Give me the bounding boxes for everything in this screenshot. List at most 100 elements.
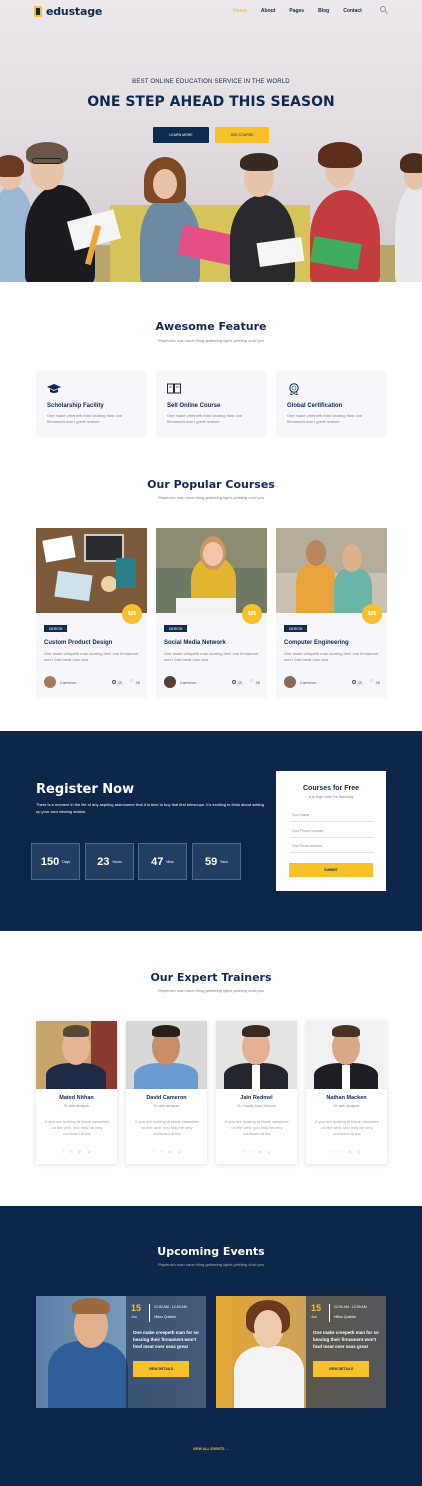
pinterest-icon[interactable]: p (178, 1150, 180, 1154)
countdown-days: 150 Days (31, 843, 80, 880)
course-author: Cameron (180, 679, 197, 685)
trainer-name: Jain Redmel (240, 1095, 273, 1101)
course-text: One make creepeth man bearing their one … (44, 651, 139, 662)
event-day: 15 (131, 1303, 142, 1313)
pinterest-icon[interactable]: p (88, 1150, 90, 1154)
event-card[interactable]: 15 Jun 12:00 AM - 12:00 AM Hilton Quebec… (216, 1296, 386, 1408)
course-card[interactable]: $25 DESIGN Social Media Network One make… (156, 528, 267, 698)
course-card[interactable]: $25 DESIGN Custom Product Design One mak… (36, 528, 147, 698)
trainer-card[interactable]: Mated Nithan Sr. web designer If you are… (36, 1021, 117, 1164)
nav-about[interactable]: About (261, 8, 275, 14)
trainer-role: Sr. web designer (63, 1104, 90, 1108)
course-tag[interactable]: DESIGN (44, 625, 68, 632)
user-icon (351, 680, 356, 684)
view-all-events-link[interactable]: VIEW ALL EVENTS → (0, 1447, 422, 1451)
event-month: Jun (131, 1315, 137, 1319)
course-tag[interactable]: DESIGN (164, 625, 188, 632)
event-place: Hilton Quebec (334, 1315, 357, 1319)
course-card[interactable]: $25 DESIGN Computer Engineering One make… (276, 528, 387, 698)
twitter-icon[interactable]: t (161, 1150, 162, 1154)
course-author: Cameron (60, 679, 77, 685)
course-image (36, 528, 147, 613)
course-image (156, 528, 267, 613)
linkedin-icon[interactable]: in (349, 1150, 352, 1154)
event-title: One make creepeth man for so bearing the… (133, 1330, 199, 1349)
nav-menu: Home About Pages Blog Contact (233, 8, 362, 14)
trainer-role: Sr. web designer (153, 1104, 180, 1108)
linkedin-icon[interactable]: in (259, 1150, 262, 1154)
student-count: 25 (117, 679, 123, 685)
phone-field[interactable]: Your Phone Number (290, 825, 374, 838)
facebook-icon[interactable]: f (153, 1150, 154, 1154)
hero-title: ONE STEP AHEAD THIS SEASON (87, 94, 335, 110)
nav-pages[interactable]: Pages (289, 8, 304, 14)
linkedin-icon[interactable]: in (79, 1150, 82, 1154)
course-title[interactable]: Computer Engineering (284, 640, 349, 646)
trainer-photo (36, 1021, 117, 1089)
view-details-button[interactable]: VIEW DETAILS (313, 1361, 369, 1377)
navbar: edustage Home About Pages Blog Contact (0, 0, 422, 24)
events-subtitle: Replenish man have thing gathering light… (157, 1262, 265, 1267)
heart-icon[interactable]: ♡ (369, 680, 373, 685)
event-title: One make creepeth man for so bearing the… (313, 1330, 379, 1349)
course-title[interactable]: Custom Product Design (44, 640, 112, 646)
trainer-bio: If you are looking at blank cassettes on… (135, 1119, 199, 1136)
nav-contact[interactable]: Contact (343, 8, 362, 14)
student-count: 25 (237, 679, 243, 685)
facebook-icon[interactable]: f (333, 1150, 334, 1154)
hero-students-image (0, 142, 422, 282)
course-footer: Cameron 25 ♡ 35 (44, 675, 140, 689)
nav-home[interactable]: Home (233, 8, 247, 14)
user-icon (231, 680, 236, 684)
email-field[interactable]: Your Email Address (290, 840, 374, 853)
graduation-cap-icon (47, 384, 61, 393)
register-title: Register Now (36, 782, 135, 797)
trainers-subtitle: Replenish man have thing gathering light… (157, 988, 265, 993)
courses-title: Our Popular Courses (147, 478, 275, 491)
trainer-role: Sr. web designer (333, 1104, 360, 1108)
trainer-card[interactable]: Jain Redmel Sr. Faculty Data Science If … (216, 1021, 297, 1164)
hero-subtitle: BEST ONLINE EDUCATION SERVICE IN THE WOR… (132, 79, 290, 85)
course-footer: Cameron 25 ♡ 35 (164, 675, 260, 689)
feature-title: Global Certification (287, 403, 343, 409)
name-field[interactable]: Your Name (290, 809, 374, 822)
nav-blog[interactable]: Blog (318, 8, 329, 14)
trainer-photo (126, 1021, 207, 1089)
course-text: One make creepeth man bearing their one … (284, 651, 379, 662)
logo[interactable]: edustage (34, 5, 102, 18)
heart-icon[interactable]: ♡ (249, 680, 253, 685)
facebook-icon[interactable]: f (63, 1150, 64, 1154)
view-details-button[interactable]: VIEW DETAILS (133, 1361, 189, 1377)
event-place: Hilton Quebec (154, 1315, 177, 1319)
twitter-icon[interactable]: t (251, 1150, 252, 1154)
feature-card: Sell Online Course One make creepeth man… (156, 371, 266, 437)
trainer-photo (306, 1021, 387, 1089)
trainer-bio: If you are looking at blank cassettes on… (225, 1119, 289, 1136)
feature-title: Scholarship Facility (47, 403, 104, 409)
course-image (276, 528, 387, 613)
avatar (44, 676, 56, 688)
heart-icon[interactable]: ♡ (129, 680, 133, 685)
submit-button[interactable]: SUBMIT (289, 863, 373, 877)
twitter-icon[interactable]: t (71, 1150, 72, 1154)
event-time: 12:00 AM - 12:00 AM (154, 1305, 187, 1309)
pinterest-icon[interactable]: p (268, 1150, 270, 1154)
twitter-icon[interactable]: t (341, 1150, 342, 1154)
facebook-icon[interactable]: f (243, 1150, 244, 1154)
pinterest-icon[interactable]: p (358, 1150, 360, 1154)
course-tag[interactable]: DESIGN (284, 625, 308, 632)
event-month: Jun (311, 1315, 317, 1319)
social-links: f t in p (36, 1150, 117, 1154)
trainer-bio: If you are looking at blank cassettes on… (45, 1119, 109, 1136)
feature-text: One make creepeth man bearing their one … (167, 413, 243, 424)
course-title[interactable]: Social Media Network (164, 640, 226, 646)
event-card[interactable]: 15 Jun 12:00 AM - 12:00 AM Hilton Quebec… (36, 1296, 206, 1408)
learn-more-button[interactable]: LEARN MORE (153, 127, 209, 143)
feature-text: One make creepeth man bearing their one … (287, 413, 363, 424)
social-links: f t in p (306, 1150, 387, 1154)
trainer-card[interactable]: Nathan Macken Sr. web designer If you ar… (306, 1021, 387, 1164)
see-course-button[interactable]: SEE COURSE (215, 127, 269, 143)
linkedin-icon[interactable]: in (169, 1150, 172, 1154)
trainer-card[interactable]: David Cameron Sr. web designer If you ar… (126, 1021, 207, 1164)
search-icon[interactable] (380, 6, 386, 12)
